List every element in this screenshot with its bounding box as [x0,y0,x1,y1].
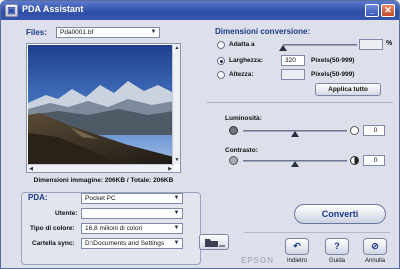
altezza-unit: Pixels(50-999) [311,71,355,78]
adatta-percent-field[interactable] [359,39,383,50]
image-size-info: Dimensioni immagine: 206KB / Totale: 206… [33,177,174,184]
scroll-right-icon[interactable]: ▶ [166,165,174,173]
contrast-high-icon [350,156,359,165]
larghezza-label: Larghezza: [229,57,263,64]
epson-logo: EPSON [241,256,275,265]
adatta-slider-track[interactable] [283,44,357,46]
altezza-input[interactable] [281,69,305,80]
chevron-down-icon[interactable]: ▼ [172,194,181,203]
cartella-sync-value: D:\Documents and Settings [85,240,165,247]
files-select[interactable]: Pda0001.bf ▼ [56,27,160,38]
title-bar: ▣ PDA Assistant _ ✕ [1,1,399,20]
adatta-slider-thumb[interactable] [279,45,287,51]
close-button[interactable]: ✕ [381,4,395,17]
tipo-colore-value: 16,8 milioni di colori [85,225,143,232]
app-icon: ▣ [5,4,18,17]
altezza-radio[interactable] [217,71,225,79]
guida-label: Guida [328,258,345,264]
cartella-sync-label: Cartella sync: [32,240,75,247]
files-selected-value: Pda0001.bf [60,29,94,36]
luminosita-label: Luminosità: [225,115,262,122]
annulla-label: Annulla [364,258,385,264]
horizontal-scrollbar[interactable]: ◀ ▶ [27,164,174,172]
contrasto-value-field[interactable]: 0 [363,155,385,166]
guida-button[interactable]: ? [325,238,349,255]
folder-icon [205,239,225,247]
tipo-colore-label: Tipo di colore: [30,225,75,232]
cartella-sync-select[interactable]: D:\Documents and Settings ▼ [81,238,183,249]
window-title: PDA Assistant [22,4,84,14]
scroll-up-icon[interactable]: ▲ [173,44,181,52]
larghezza-radio[interactable] [217,57,225,65]
bottom-divider [244,232,390,233]
scroll-left-icon[interactable]: ◀ [27,165,35,173]
files-label: Files: [26,28,47,37]
tipo-colore-select[interactable]: 16,8 milioni di colori ▼ [81,223,183,234]
vertical-scrollbar[interactable]: ▲ ▼ [172,44,180,164]
conversion-title: Dimensioni conversione: [215,27,311,36]
divider [207,102,393,103]
brightness-low-icon [229,126,238,135]
contrasto-label: Contrasto: [225,147,258,154]
chevron-down-icon[interactable]: ▼ [172,239,181,248]
adatta-label: Adatta a [229,41,255,48]
indietro-label: Indietro [286,258,307,264]
pda-label: PDA: [28,193,48,202]
larghezza-unit: Pixels(50-999) [311,57,355,64]
adatta-radio[interactable] [217,41,225,49]
image-preview: ▲ ▼ ◀ ▶ [26,43,181,173]
chevron-down-icon[interactable]: ▼ [149,28,158,37]
help-icon: ? [334,241,340,251]
chevron-down-icon[interactable]: ▼ [172,209,181,218]
luminosita-value-field[interactable]: 0 [363,125,385,136]
scroll-down-icon[interactable]: ▼ [173,156,181,164]
pda-model-value: Pocket PC [85,195,116,202]
percent-unit: % [386,40,393,47]
chevron-down-icon[interactable]: ▼ [172,224,181,233]
applica-tutto-button[interactable]: Applica tutto [315,83,381,96]
altezza-label: Altezza: [229,71,254,78]
minimize-button[interactable]: _ [365,4,379,17]
indietro-button[interactable]: ↶ [285,238,309,255]
contrast-low-icon [229,156,238,165]
pda-model-select[interactable]: Pocket PC ▼ [81,193,183,204]
client-area: Files: Pda0001.bf ▼ ▲ ▼ ◀ ▶ Dimensioni i… [1,20,399,268]
preview-image [28,45,174,164]
brightness-high-icon [350,126,359,135]
contrasto-slider-thumb[interactable] [291,161,299,167]
converti-button[interactable]: Converti [294,204,386,224]
cancel-icon: ⊘ [371,241,379,251]
browse-folder-button[interactable] [199,234,229,250]
pda-assistant-window: ▣ PDA Assistant _ ✕ Files: Pda0001.bf ▼ [0,0,400,269]
utente-select[interactable]: ▼ [81,208,183,219]
back-arrow-icon: ↶ [293,241,301,251]
annulla-button[interactable]: ⊘ [363,238,387,255]
utente-label: Utente: [55,210,78,217]
luminosita-slider-thumb[interactable] [291,131,299,137]
larghezza-input[interactable]: 320 [281,55,305,66]
